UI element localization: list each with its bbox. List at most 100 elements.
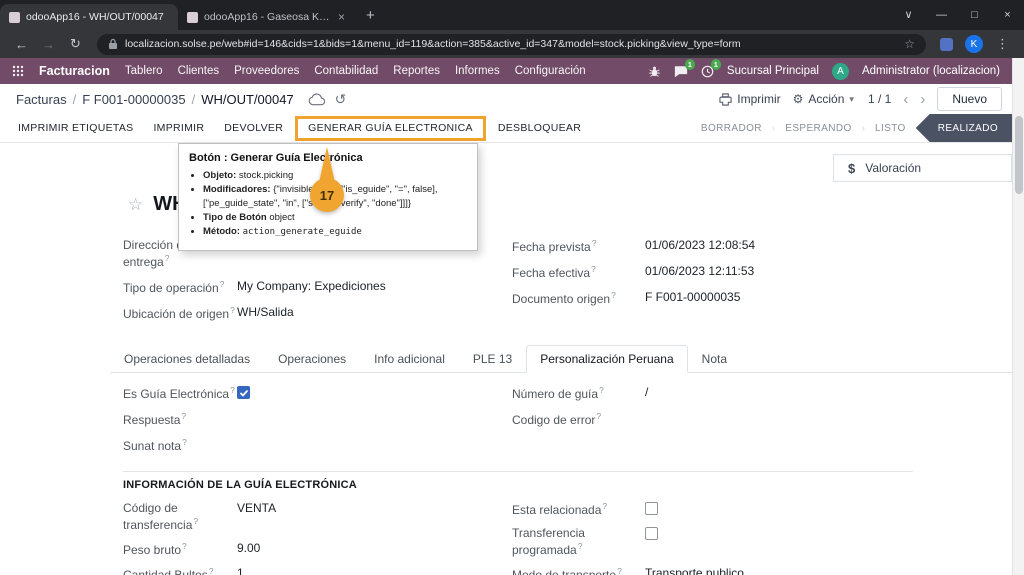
tooltip-item-metodo: Método: action_generate_eguide — [203, 225, 467, 239]
button-desbloquear[interactable]: DESBLOQUEAR — [488, 122, 591, 134]
help-marker: ? — [602, 501, 607, 511]
discard-icon[interactable]: ↺ — [335, 91, 347, 108]
scrollbar-thumb[interactable] — [1015, 116, 1023, 194]
status-realizado[interactable]: REALIZADO — [916, 114, 1012, 142]
reload-icon[interactable]: ↻ — [64, 36, 87, 52]
print-label: Imprimir — [737, 92, 780, 106]
apps-menu-icon[interactable] — [12, 65, 24, 77]
pager-next-icon[interactable]: › — [920, 91, 925, 108]
breadcrumb-separator: / — [73, 92, 77, 107]
browser-tab-2[interactable]: odooApp16 - Gaseosa Kola 3L × — [178, 4, 356, 30]
window-close-button[interactable]: × — [991, 0, 1024, 30]
window-maximize-button[interactable]: □ — [958, 0, 991, 30]
form-sheet: $ Valoración ☆ WH/OUT/00047 Dirección de… — [0, 143, 1012, 575]
checkbox-transferencia-programada[interactable] — [645, 527, 658, 540]
action-label: Acción — [808, 92, 844, 106]
field-row-es-guia-electronica: Es Guía Electrónica? — [123, 385, 512, 402]
info-fields: Dirección de entrega?FERNANDEZ MORE KEVI… — [0, 238, 1012, 331]
url-text[interactable]: localizacion.solse.pe/web#id=146&cids=1&… — [125, 38, 897, 50]
user-menu[interactable]: Administrator (localizacion) — [862, 65, 1000, 77]
value-fecha-prevista[interactable]: 01/06/2023 12:08:54 — [645, 238, 755, 253]
button-imprimir-etiquetas[interactable]: IMPRIMIR ETIQUETAS — [8, 122, 143, 134]
checkbox-es-guia-electronica[interactable] — [237, 386, 250, 399]
value-ubicacion-de-origen[interactable]: WH/Salida — [237, 305, 294, 320]
save-cloud-icon[interactable] — [308, 93, 325, 106]
tab-personalizacion-peruana[interactable]: Personalización Peruana — [526, 345, 687, 373]
value-documento-origen[interactable]: F F001-00000035 — [645, 290, 740, 305]
forward-icon[interactable]: → — [37, 37, 60, 52]
menu-proveedores[interactable]: Proveedores — [234, 65, 299, 77]
field-row-cantidad-bultos: Cantidad Bultos?1 — [123, 566, 512, 575]
breadcrumb-facturas[interactable]: Facturas — [16, 92, 67, 107]
tab-nota[interactable]: Nota — [688, 345, 741, 373]
company-selector[interactable]: Sucursal Principal — [727, 65, 819, 77]
page-scrollbar[interactable] — [1012, 58, 1024, 575]
print-button[interactable]: Imprimir — [719, 92, 780, 106]
value-modo-de-transporte[interactable]: Transporte publico — [645, 566, 744, 575]
favorite-star-icon[interactable]: ☆ — [128, 195, 143, 215]
app-name[interactable]: Facturacion — [39, 64, 110, 78]
tab-close-icon[interactable]: × — [336, 10, 347, 24]
new-button[interactable]: Nuevo — [937, 87, 1002, 111]
tab-info-adicional[interactable]: Info adicional — [360, 345, 459, 373]
tab-title: odooApp16 - Gaseosa Kola 3L — [204, 11, 330, 23]
menu-informes[interactable]: Informes — [455, 65, 500, 77]
action-button[interactable]: ⚙Acción▾ — [793, 92, 854, 106]
field-label: Código de transferencia — [123, 501, 192, 532]
tab-title: odooApp16 - WH/OUT/00047 — [26, 11, 169, 23]
button-devolver[interactable]: DEVOLVER — [214, 122, 293, 134]
user-avatar[interactable]: A — [832, 63, 849, 80]
field-label: Modo de transporte — [512, 568, 616, 575]
button-imprimir[interactable]: IMPRIMIR — [143, 122, 214, 134]
activities-icon[interactable]: 1 — [701, 65, 714, 78]
menu-configuracion[interactable]: Configuración — [515, 65, 586, 77]
pager-prev-icon[interactable]: ‹ — [903, 91, 908, 108]
help-marker: ? — [181, 411, 186, 421]
tab-operaciones-detalladas[interactable]: Operaciones detalladas — [110, 345, 264, 373]
dollar-icon: $ — [848, 161, 855, 176]
field-label: Transferencia programada — [512, 526, 585, 557]
value-peso-bruto[interactable]: 9.00 — [237, 541, 260, 556]
window-controls: ∨ — □ × — [892, 0, 1024, 30]
menu-reportes[interactable]: Reportes — [393, 65, 440, 77]
status-esperando[interactable]: ESPERANDO — [775, 123, 861, 134]
field-row-esta-relacionada: Esta relacionada? — [512, 501, 1012, 518]
checkbox-esta-relacionada[interactable] — [645, 502, 658, 515]
bookmark-star-icon[interactable]: ☆ — [904, 37, 915, 51]
field-row-codigo-de-transferencia: Código de transferencia?VENTA — [123, 501, 512, 533]
valuation-stat-button[interactable]: $ Valoración — [833, 154, 1012, 182]
annotation-highlight-box: GENERAR GUÍA ELECTRONICA — [295, 116, 486, 141]
field-row-codigo-de-error: Codigo de error? — [512, 411, 1012, 428]
tab-ple-13[interactable]: PLE 13 — [459, 345, 526, 373]
extension-icon[interactable] — [940, 38, 953, 51]
status-listo[interactable]: LISTO — [865, 123, 916, 134]
window-minimize-button[interactable]: — — [925, 0, 958, 30]
value-cantidad-bultos[interactable]: 1 — [237, 566, 244, 575]
help-marker: ? — [578, 541, 583, 551]
menu-contabilidad[interactable]: Contabilidad — [314, 65, 378, 77]
back-icon[interactable]: ← — [10, 37, 33, 52]
debug-icon[interactable] — [648, 65, 661, 78]
field-row-tipo-de-operacion: Tipo de operación?My Company: Expedicion… — [123, 279, 512, 296]
browser-menu-icon[interactable]: ⋮ — [991, 36, 1014, 52]
breadcrumb-invoice[interactable]: F F001-00000035 — [82, 92, 185, 107]
browser-tab-active[interactable]: odooApp16 - WH/OUT/00047 — [0, 4, 178, 30]
value-tipo-de-operacion[interactable]: My Company: Expediciones — [237, 279, 386, 294]
tab-operaciones[interactable]: Operaciones — [264, 345, 360, 373]
breadcrumb-current: WH/OUT/00047 — [201, 92, 293, 107]
status-borrador[interactable]: BORRADOR — [691, 123, 772, 134]
window-menu-icon[interactable]: ∨ — [892, 0, 925, 30]
url-bar[interactable]: localizacion.solse.pe/web#id=146&cids=1&… — [97, 34, 926, 55]
browser-profile-avatar[interactable]: K — [965, 35, 983, 53]
menu-tablero[interactable]: Tablero — [125, 65, 163, 77]
gear-icon: ⚙ — [793, 92, 804, 106]
value-codigo-de-transferencia[interactable]: VENTA — [237, 501, 276, 516]
menu-clientes[interactable]: Clientes — [178, 65, 220, 77]
value-fecha-efectiva[interactable]: 01/06/2023 12:11:53 — [645, 264, 754, 279]
new-tab-button[interactable]: + — [366, 7, 375, 24]
button-generar-guia-electronica[interactable]: GENERAR GUÍA ELECTRONICA — [298, 122, 483, 134]
value-numero-de-guia[interactable]: / — [645, 385, 648, 400]
field-label: Esta relacionada — [512, 503, 601, 517]
statusbar: BORRADOR › ESPERANDO › LISTO REALIZADO — [691, 114, 1012, 142]
messages-icon[interactable]: 1 — [674, 65, 688, 78]
